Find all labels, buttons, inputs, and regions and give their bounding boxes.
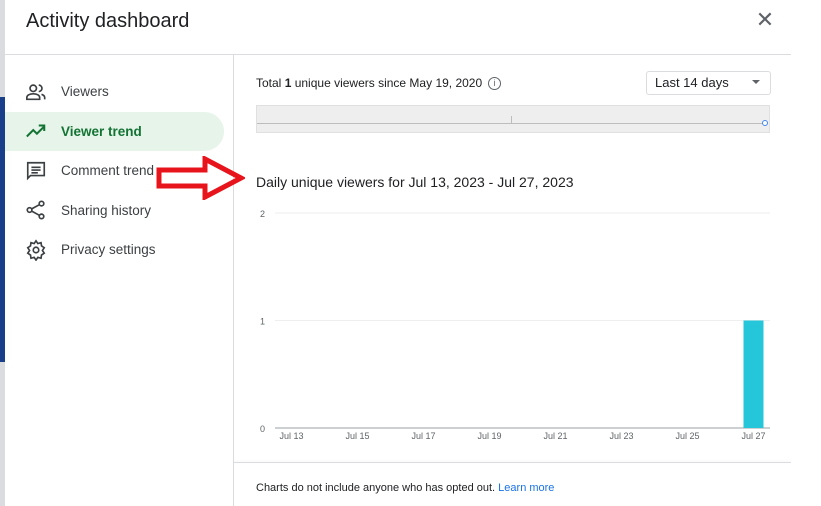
x-tick-label: Jul 13 xyxy=(279,431,303,441)
x-tick-label: Jul 17 xyxy=(411,431,435,441)
x-tick-label: Jul 27 xyxy=(741,431,765,441)
footer-note: Charts do not include anyone who has opt… xyxy=(256,482,554,494)
y-tick-label: 0 xyxy=(260,424,265,434)
y-tick-label: 2 xyxy=(260,209,265,219)
x-tick-label: Jul 25 xyxy=(675,431,699,441)
x-tick-label: Jul 19 xyxy=(477,431,501,441)
learn-more-link[interactable]: Learn more xyxy=(498,482,554,494)
daily-viewers-chart: 0 1 2 Jul 13 Jul 15 Jul 17 Jul 19 Jul 21 Jul 23 J… xyxy=(260,209,770,441)
footer-text: Charts do not include anyone who has opt… xyxy=(256,482,499,494)
bar-jul-27 xyxy=(743,320,764,428)
activity-dashboard-dialog: Activity dashboard ✕ Viewers Viewer tren… xyxy=(5,0,791,506)
x-tick-label: Jul 15 xyxy=(345,431,369,441)
y-tick-label: 1 xyxy=(260,317,265,327)
footer-divider xyxy=(233,462,791,463)
x-tick-label: Jul 23 xyxy=(609,431,633,441)
x-tick-label: Jul 21 xyxy=(543,431,567,441)
